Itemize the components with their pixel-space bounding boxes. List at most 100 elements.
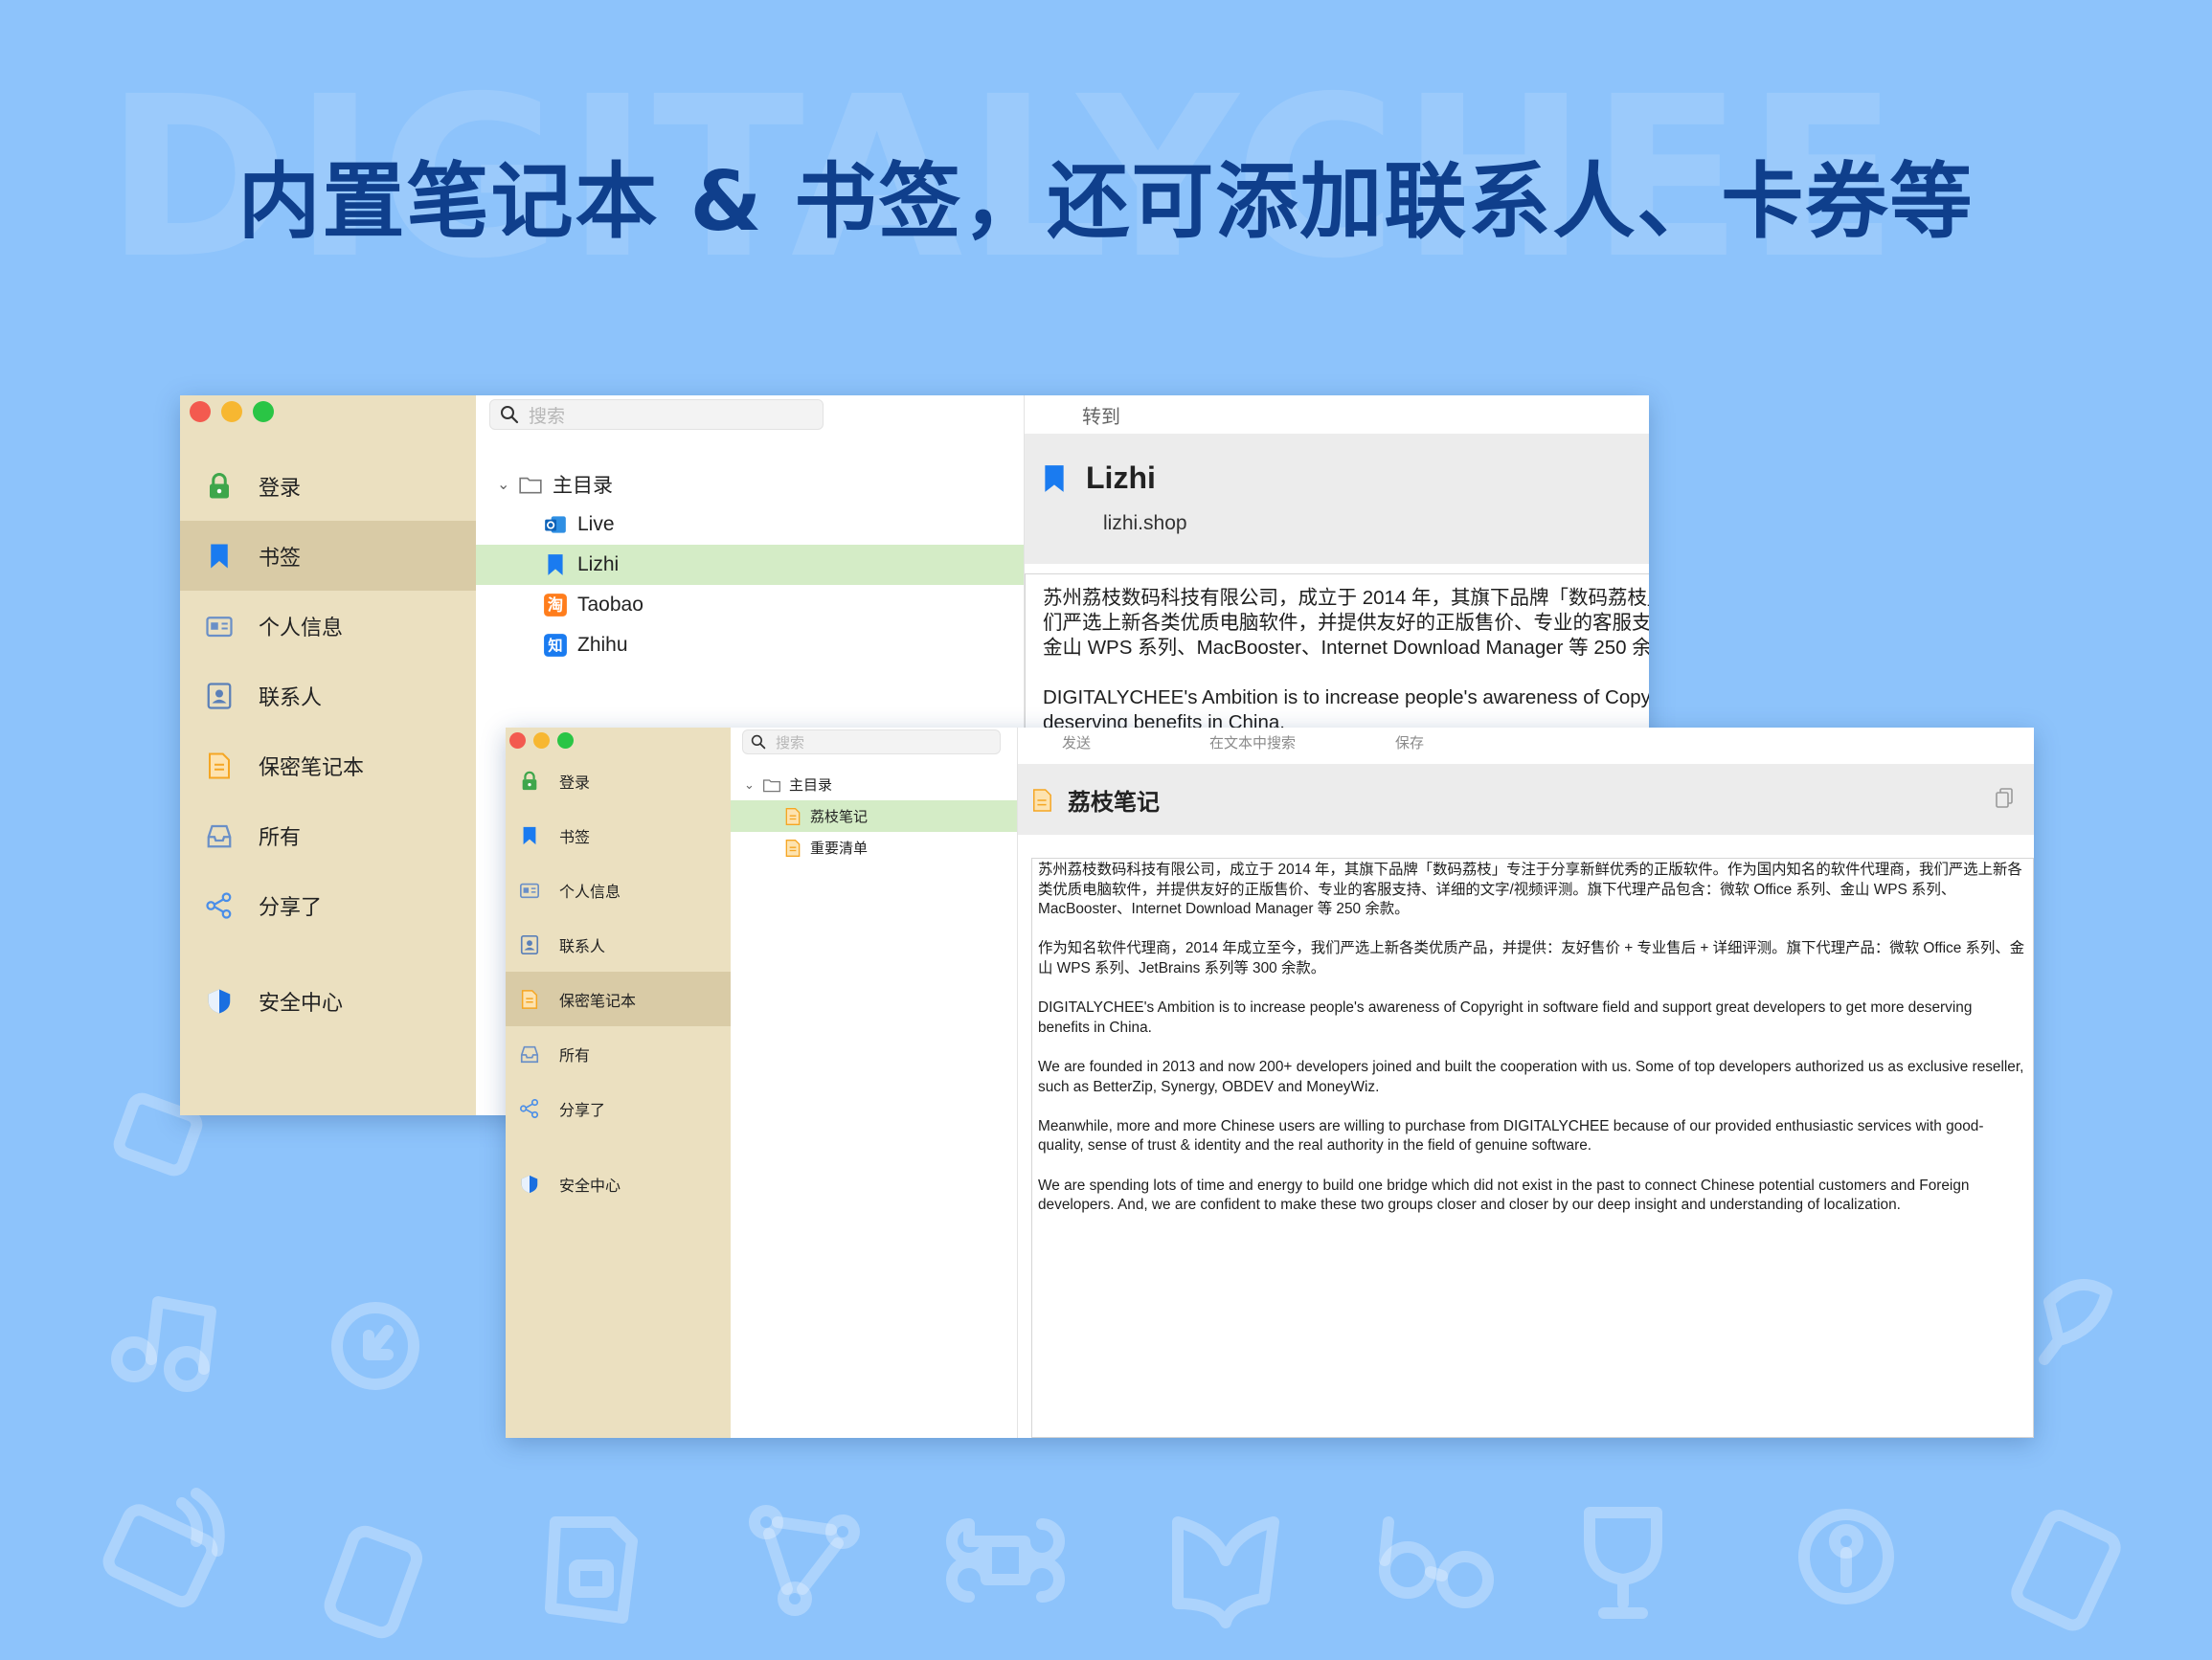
tree-label: 重要清单 [810, 841, 869, 857]
sidebar-item-label: 分享了 [259, 894, 323, 919]
goto-button[interactable]: 转到 [1082, 401, 1120, 429]
usb-icon [324, 1525, 423, 1639]
contact-icon [205, 682, 234, 710]
minimize-button[interactable] [533, 732, 550, 749]
tree-label: 荔枝笔记 [810, 809, 869, 825]
id-card-icon [519, 880, 540, 901]
sidebar-item-label: 安全中心 [559, 1178, 621, 1195]
note-icon [783, 807, 802, 826]
trophy-icon [1584, 1507, 1662, 1619]
sidebar-item-login[interactable]: 登录 [506, 753, 731, 808]
item-list-pane: 搜索 ⌄ 主目录 荔枝笔记 重要清单 [731, 728, 1018, 1438]
sidebar-item-all[interactable]: 所有 [506, 1026, 731, 1081]
folder-tree: ⌄ 主目录 Live Lizhi 淘 Taobao 知 Zhihu [476, 464, 1024, 665]
tree-label: 主目录 [553, 475, 613, 497]
sidebar-item-security-center[interactable]: 安全中心 [506, 1156, 731, 1211]
tree-item-lizhi[interactable]: Lizhi [476, 545, 1024, 585]
sidebar-item-secure-notes[interactable]: 保密笔记本 [180, 730, 476, 800]
sidebar-item-personal-info[interactable]: 个人信息 [180, 591, 476, 661]
search-icon [751, 734, 766, 750]
folder-icon [762, 775, 781, 795]
note-paragraph: We are founded in 2013 and now 200+ deve… [1038, 1058, 2024, 1095]
sidebar-item-login[interactable]: 登录 [180, 451, 476, 521]
tree-label: Zhihu [577, 634, 628, 656]
bookmark-icon [543, 552, 568, 577]
sidebar-item-label: 个人信息 [559, 884, 621, 901]
sidebar-item-shared[interactable]: 分享了 [180, 870, 476, 940]
detail-toolbar: 发送 在文本中搜索 保存 [1018, 728, 2034, 756]
sidebar-nav: 登录 书签 个人信息 联系人 保密笔记本 所有 分享了 安全中心 [506, 753, 731, 1211]
lock-icon [205, 472, 234, 501]
close-button[interactable] [509, 732, 526, 749]
sidebar-item-bookmarks[interactable]: 书签 [180, 521, 476, 591]
tree-item-lizhi-notes[interactable]: 荔枝笔记 [731, 800, 1017, 832]
tree-item-zhihu[interactable]: 知 Zhihu [476, 625, 1024, 665]
search-placeholder: 搜索 [776, 734, 805, 751]
tree-item-live[interactable]: Live [476, 505, 1024, 545]
sidebar-item-label: 登录 [559, 774, 591, 792]
zoom-button[interactable] [253, 401, 274, 422]
sidebar-item-label: 登录 [259, 475, 302, 500]
search-input[interactable]: 搜索 [489, 399, 824, 430]
sidebar-item-secure-notes[interactable]: 保密笔记本 [506, 972, 731, 1026]
note-icon [1031, 788, 1052, 813]
zoom-button[interactable] [557, 732, 574, 749]
note-icon [783, 839, 802, 858]
sidebar-item-shared[interactable]: 分享了 [506, 1081, 731, 1135]
notes-line: 们严选上新各类优质电脑软件，并提供友好的正版售价、专业的客服支持、详细的文字/视… [1043, 612, 1649, 634]
send-button[interactable]: 发送 [1062, 732, 1091, 752]
notes-line: DIGITALYCHEE's Ambition is to increase p… [1043, 686, 1649, 708]
note-icon [519, 989, 540, 1010]
sidebar-item-label: 联系人 [559, 938, 606, 955]
note-paragraph: We are spending lots of time and energy … [1038, 1177, 1970, 1214]
taobao-icon: 淘 [543, 593, 568, 617]
save-button[interactable]: 保存 [1395, 732, 1424, 752]
sidebar-item-label: 分享了 [559, 1102, 606, 1119]
detail-title-row: 荔枝笔记 [1031, 783, 1160, 817]
id-card-icon [205, 612, 234, 640]
find-in-text-button[interactable]: 在文本中搜索 [1209, 732, 1296, 752]
sidebar-item-contacts[interactable]: 联系人 [180, 661, 476, 730]
folder-tree: ⌄ 主目录 荔枝笔记 重要清单 [731, 769, 1017, 864]
sidebar-item-personal-info[interactable]: 个人信息 [506, 863, 731, 917]
tree-label: Live [577, 513, 615, 535]
detail-title: 荔枝笔记 [1068, 790, 1160, 816]
chevron-down-icon[interactable]: ⌄ [497, 475, 518, 494]
tree-label: Taobao [577, 594, 643, 616]
note-body[interactable]: 苏州荔枝数码科技有限公司，成立于 2014 年，其旗下品牌「数码荔枝」专注于分享… [1031, 858, 2034, 1438]
search-input[interactable]: 搜索 [742, 729, 1001, 754]
glasses-icon [1379, 1516, 1494, 1608]
sidebar-item-contacts[interactable]: 联系人 [506, 917, 731, 972]
tree-item-taobao[interactable]: 淘 Taobao [476, 585, 1024, 625]
tray-icon [205, 821, 234, 850]
tree-item-important-list[interactable]: 重要清单 [731, 832, 1017, 864]
close-button[interactable] [190, 401, 211, 422]
tree-folder-root[interactable]: ⌄ 主目录 [476, 464, 1024, 505]
command-icon [946, 1518, 1065, 1603]
sidebar-item-label: 保密笔记本 [559, 993, 637, 1010]
notes-line: 金山 WPS 系列、MacBooster、Internet Download M… [1043, 637, 1649, 659]
detail-header: Lizhi lizhi.shop [1025, 434, 1649, 564]
sidebar: 登录 书签 个人信息 联系人 保密笔记本 所有 分享了 安全中心 [506, 728, 731, 1438]
svg-text:淘: 淘 [548, 595, 563, 614]
sidebar-item-label: 保密笔记本 [259, 754, 365, 779]
chevron-down-icon[interactable]: ⌄ [744, 777, 762, 793]
copy-icon[interactable] [1994, 787, 2015, 810]
note-paragraph: Meanwhile, more and more Chinese users a… [1038, 1117, 1984, 1155]
bookmark-url[interactable]: lizhi.shop [1103, 512, 1187, 535]
detail-toolbar: 转到 [1025, 395, 1649, 434]
shield-icon [205, 987, 234, 1016]
sidebar-item-security-center[interactable]: 安全中心 [180, 966, 476, 1036]
sidebar: 登录 书签 个人信息 联系人 保密笔记本 所有 分享了 安全中心 [180, 395, 476, 1115]
minimize-button[interactable] [221, 401, 242, 422]
sidebar-item-bookmarks[interactable]: 书签 [506, 808, 731, 863]
tree-folder-root[interactable]: ⌄ 主目录 [731, 769, 1017, 800]
key-circle-icon [1798, 1509, 1894, 1604]
sd-card-icon [2011, 1509, 2121, 1631]
tree-label: Lizhi [577, 553, 620, 575]
edge-feather-icon [2039, 1279, 2112, 1365]
shield-icon [519, 1174, 540, 1195]
sidebar-nav: 登录 书签 个人信息 联系人 保密笔记本 所有 分享了 安全中心 [180, 451, 476, 1036]
sidebar-item-all[interactable]: 所有 [180, 800, 476, 870]
share-icon [519, 1098, 540, 1119]
